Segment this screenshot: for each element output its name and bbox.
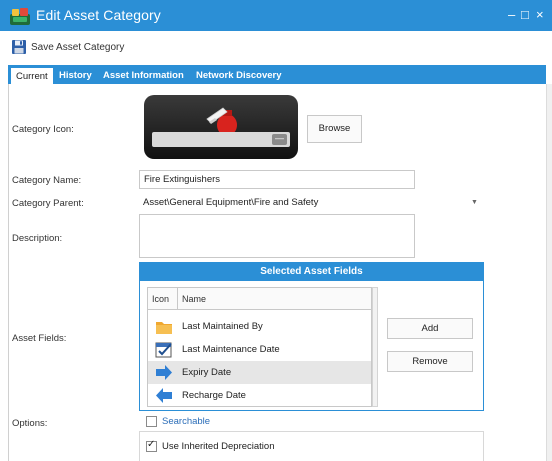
options-label: Options: [12,418,48,429]
list-item-label: Last Maintained By [182,321,263,332]
icon-preview-bar [152,132,290,147]
chevron-down-icon[interactable]: ▼ [471,199,478,206]
browse-button[interactable]: Browse [307,115,362,143]
column-name[interactable]: Name [182,294,206,304]
asset-fields-label: Asset Fields: [12,333,67,344]
selected-asset-fields-panel: Selected Asset Fields Icon Name Last Mai… [139,262,484,411]
list-item-label: Expiry Date [182,367,232,378]
tab-network-discovery[interactable]: Network Discovery [191,67,287,84]
add-button[interactable]: Add [387,318,473,339]
list-item-label: Recharge Date [182,390,246,401]
searchable-label: Searchable [162,416,211,427]
description-label: Description: [12,233,63,244]
window-title: Edit Asset Category [36,7,161,23]
maximize-button[interactable]: □ [521,7,529,22]
save-asset-category-button[interactable]: Save Asset Category [11,38,124,56]
checkbox-box[interactable] [146,416,157,427]
arrow-left-icon [156,388,172,403]
toolbar: Save Asset Category [0,31,552,61]
grid-header: Icon Name [148,288,371,310]
list-item[interactable]: Recharge Date [148,384,371,406]
description-field[interactable] [139,214,415,258]
category-parent-select[interactable]: Asset\General Equipment\Fire and Safety [139,193,485,212]
tab-strip: Current History Asset Information Networ… [8,65,546,84]
tab-current[interactable]: Current [10,67,54,84]
floppy-disk-icon [12,40,26,54]
list-item[interactable]: Expiry Date [148,361,371,384]
searchable-checkbox[interactable]: Searchable [146,416,210,427]
panel-scrollbar[interactable] [546,84,552,461]
tab-asset-information[interactable]: Asset Information [98,67,189,84]
selected-asset-fields-header: Selected Asset Fields [140,263,483,281]
arrow-right-icon [156,365,172,380]
use-inherited-depreciation-label: Use Inherited Depreciation [162,441,275,452]
category-icon-preview: — [144,95,298,159]
use-inherited-depreciation-checkbox[interactable]: Use Inherited Depreciation [146,439,275,452]
remove-button[interactable]: Remove [387,351,473,372]
asset-fields-grid: Icon Name Last Maintained By Last Mainte… [147,287,372,407]
category-name-field[interactable]: Fire Extinguishers [139,170,415,189]
app-icon [10,8,30,25]
category-icon-label: Category Icon: [12,124,74,135]
checkbox-box[interactable] [146,439,157,452]
list-item[interactable]: Last Maintained By [148,315,371,338]
icon-preview-minus-button[interactable]: — [272,134,287,145]
tab-history[interactable]: History [54,67,97,84]
folder-icon [156,322,172,334]
category-name-label: Category Name: [12,175,82,186]
save-label: Save Asset Category [31,41,125,53]
category-parent-label: Category Parent: [12,198,84,209]
grid-scrollbar[interactable] [372,287,378,407]
list-item-label: Last Maintenance Date [182,344,280,355]
calendar-check-icon [155,342,172,358]
list-item[interactable]: Last Maintenance Date [148,338,371,361]
title-bar: Edit Asset Category – □ × [0,0,552,31]
column-icon[interactable]: Icon [152,294,169,304]
close-button[interactable]: × [536,7,544,22]
minimize-button[interactable]: – [508,7,515,22]
